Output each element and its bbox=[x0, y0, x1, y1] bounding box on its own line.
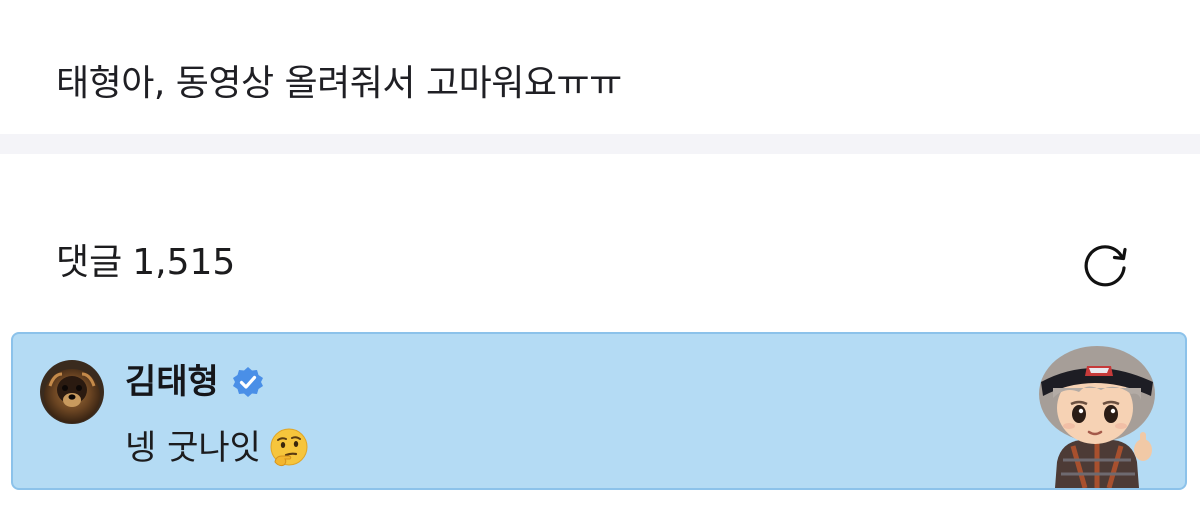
comment-text: 넹 굿나잇 bbox=[125, 428, 261, 468]
refresh-button[interactable] bbox=[1078, 237, 1134, 293]
comments-count: 1,515 bbox=[132, 242, 236, 283]
author-avatar[interactable] bbox=[40, 360, 104, 424]
author-name[interactable]: 김태형 bbox=[125, 358, 219, 406]
author-row: 김태형 bbox=[125, 358, 265, 406]
comments-label: 댓글 bbox=[56, 242, 123, 283]
verified-badge-icon bbox=[232, 367, 263, 397]
refresh-icon bbox=[1084, 245, 1127, 287]
pinned-comment-card[interactable]: 김태형 넹 굿나잇 bbox=[11, 332, 1187, 490]
comments-header: 댓글 1,515 bbox=[56, 238, 235, 288]
section-divider bbox=[0, 134, 1200, 154]
character-sticker-image bbox=[1039, 346, 1155, 489]
comment-screen: 태형아, 동영상 올려줘서 고마워요ㅠㅠ 댓글 1,515 김태형 넹 굿나잇 bbox=[0, 0, 1200, 517]
thinking-face-emoji-icon bbox=[270, 428, 308, 467]
character-sticker bbox=[1027, 342, 1167, 489]
post-text: 태형아, 동영상 올려줘서 고마워요ㅠㅠ bbox=[56, 63, 622, 104]
comment-body: 넹 굿나잇 bbox=[125, 424, 311, 472]
avatar-dog-photo bbox=[40, 360, 104, 424]
